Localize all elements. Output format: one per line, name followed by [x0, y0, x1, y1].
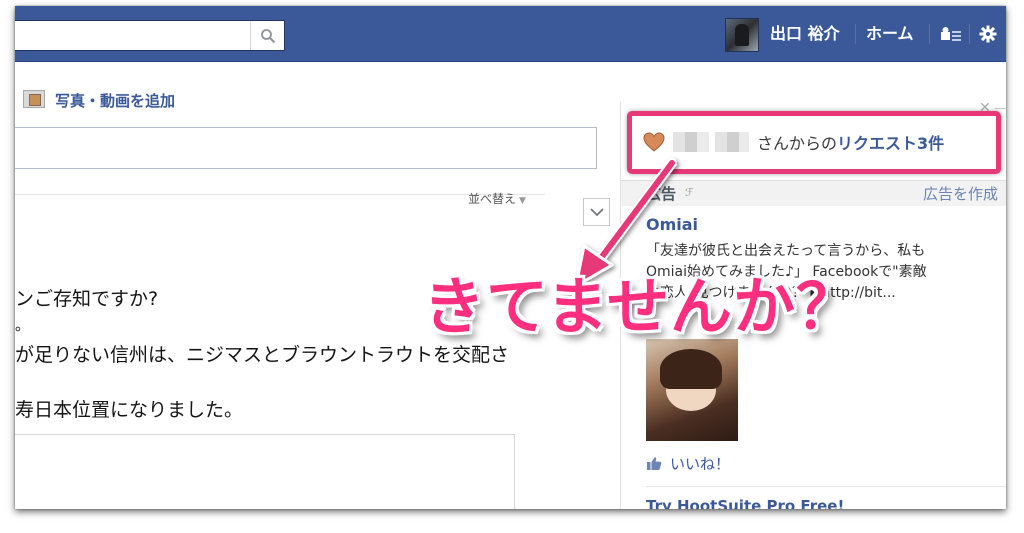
ad-divider	[646, 486, 1006, 487]
thumbs-up-icon	[647, 457, 662, 470]
annotation-highlight-box	[627, 111, 1001, 174]
like-label: いいね！	[670, 455, 731, 473]
ad-info-icon[interactable]: ℱ	[685, 186, 694, 199]
post-text-line: ンご存知ですか?	[15, 288, 159, 310]
search-input[interactable]	[15, 20, 285, 51]
ad-body-line: 「友達が彼氏と出会えたって言うから、私も	[646, 243, 926, 259]
next-ad-title[interactable]: Try HootSuite Pro Free!	[646, 497, 844, 509]
post-text-line: 。	[15, 316, 31, 334]
add-photo-video-link[interactable]: 写真・動画を追加	[55, 90, 175, 111]
ads-header: 広告 ℱ 広告を作成	[621, 180, 1006, 206]
sort-label: 並べ替え	[468, 192, 517, 206]
ad-title[interactable]: Omiai	[646, 215, 698, 234]
home-link[interactable]: ホーム	[866, 23, 914, 45]
gear-icon[interactable]	[979, 25, 997, 43]
chevron-down-icon	[589, 207, 604, 216]
sort-dropdown[interactable]: 並べ替え ▼	[468, 190, 526, 207]
top-navigation-bar: 出口 裕介 ホーム	[15, 6, 1006, 62]
search-button[interactable]	[250, 21, 284, 50]
ad-like-button[interactable]: いいね！	[646, 453, 730, 474]
status-composer-input[interactable]	[15, 127, 597, 169]
nav-separator	[855, 24, 856, 44]
friend-requests-icon[interactable]	[940, 26, 962, 42]
post-text-line: 寿日本位置になりました。	[15, 399, 244, 421]
post-options-button[interactable]	[583, 198, 610, 226]
photo-icon[interactable]	[23, 90, 45, 108]
feed-divider	[15, 194, 545, 195]
facebook-window: 出口 裕介 ホーム 写真・動画を追加 並べ替え ▼ ンご存知ですか? 。 が足り…	[15, 6, 1006, 509]
nav-separator	[969, 24, 970, 44]
user-avatar[interactable]	[725, 18, 759, 52]
annotation-caption: きてませんか？	[423, 270, 860, 343]
close-divider	[995, 108, 1006, 109]
caret-down-icon: ▼	[519, 196, 526, 206]
ads-label: 広告	[646, 185, 677, 203]
search-icon	[260, 28, 275, 43]
nav-separator	[929, 24, 930, 44]
link-preview-box[interactable]	[15, 434, 515, 509]
profile-link[interactable]: 出口 裕介	[770, 23, 840, 45]
ad-image[interactable]	[646, 339, 738, 441]
create-ad-link[interactable]: 広告を作成	[923, 183, 998, 204]
